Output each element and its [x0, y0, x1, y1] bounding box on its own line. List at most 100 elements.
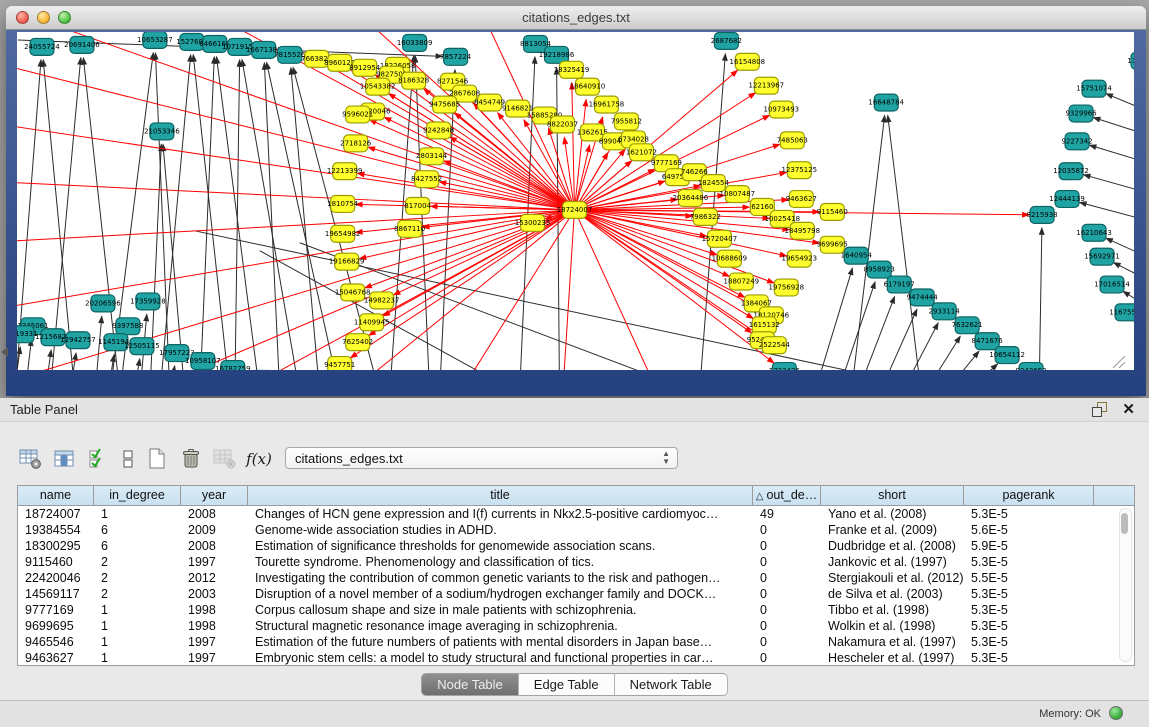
network-node[interactable]: 12035872 — [1053, 163, 1089, 180]
table-row[interactable]: 2242004622012Investigating the contribut… — [18, 570, 1134, 586]
network-node[interactable]: 8958923 — [864, 261, 895, 278]
table-row[interactable]: 969969511998Structural magnetic resonanc… — [18, 618, 1134, 634]
network-edge[interactable] — [50, 58, 81, 370]
network-node[interactable]: 7986322 — [690, 208, 721, 225]
table-row[interactable]: 1938455462009Genome-wide association stu… — [18, 522, 1134, 538]
network-node[interactable]: 9115460 — [817, 203, 848, 220]
network-edge[interactable] — [370, 120, 575, 210]
table-row[interactable]: 1830029562008Estimation of significance … — [18, 538, 1134, 554]
network-edge[interactable] — [368, 147, 574, 210]
network-node[interactable]: 9242848 — [423, 122, 454, 139]
network-node[interactable]: 7625402 — [342, 334, 373, 351]
network-node[interactable]: 17359928 — [130, 293, 166, 310]
network-node[interactable]: 9397588 — [112, 318, 143, 335]
network-edge[interactable] — [264, 63, 279, 370]
table-row[interactable]: 911546021997Tourette syndrome. Phenomeno… — [18, 554, 1134, 570]
network-edge[interactable] — [160, 55, 191, 370]
network-node[interactable]: 1621072 — [626, 144, 657, 161]
window-titlebar[interactable]: citations_edges.txt — [6, 6, 1146, 30]
network-node[interactable]: 8427552 — [411, 171, 442, 188]
network-edge[interactable] — [440, 70, 455, 370]
network-edge[interactable] — [163, 144, 185, 370]
network-node[interactable]: 8186328 — [398, 72, 429, 89]
table-selector-dropdown[interactable]: citations_edges.txt ▲▼ — [285, 447, 678, 469]
network-node[interactable]: 18640910 — [570, 78, 606, 95]
network-node[interactable]: 17016514 — [1094, 276, 1130, 293]
network-edge[interactable] — [430, 210, 575, 370]
network-node[interactable]: 19654982 — [325, 225, 361, 242]
network-node[interactable]: 9243652 — [1016, 363, 1047, 370]
network-node[interactable]: 9474444 — [907, 289, 939, 306]
network-edge[interactable] — [814, 268, 852, 370]
network-edge[interactable] — [216, 57, 259, 370]
network-edge[interactable] — [25, 339, 31, 370]
network-node[interactable]: 9475685 — [429, 96, 460, 113]
network-node[interactable]: 8454749 — [474, 94, 505, 111]
network-canvas[interactable]: 2405572420691406106532871527602846616010… — [17, 32, 1134, 370]
network-node[interactable]: 6179197 — [884, 276, 915, 293]
tab-node-table[interactable]: Node Table — [421, 673, 519, 696]
network-node[interactable]: 9329966 — [1065, 105, 1096, 122]
collapsed-panel-arrow-icon[interactable] — [1, 347, 8, 357]
network-edge[interactable] — [193, 55, 230, 370]
table-options-button[interactable] — [18, 446, 44, 472]
network-node[interactable]: 16154808 — [730, 53, 766, 70]
network-node[interactable]: 8822037 — [547, 116, 578, 133]
network-edge[interactable] — [575, 149, 626, 210]
network-edge[interactable] — [1093, 117, 1134, 135]
network-node[interactable]: 10688609 — [712, 250, 748, 267]
network-node[interactable]: 8867110 — [394, 220, 425, 237]
network-edge[interactable] — [1084, 175, 1134, 193]
tab-network-table[interactable]: Network Table — [615, 673, 728, 696]
show-columns-button[interactable] — [52, 446, 78, 472]
formula-builder-button[interactable]: f(x) — [246, 446, 272, 472]
network-node[interactable]: 7857224 — [440, 48, 472, 65]
network-edge[interactable] — [965, 364, 997, 370]
network-node[interactable]: 2803144 — [416, 148, 448, 165]
network-edge[interactable] — [170, 366, 175, 370]
delete-column-button[interactable] — [178, 446, 204, 472]
network-node[interactable]: 12375125 — [782, 162, 818, 179]
column-header-title[interactable]: title — [248, 486, 753, 505]
network-edge[interactable] — [575, 210, 680, 370]
row-display-button[interactable] — [120, 446, 136, 472]
network-node[interactable]: 7485063 — [777, 132, 808, 149]
network-node[interactable]: 11675533 — [1109, 304, 1134, 321]
tab-edge-table[interactable]: Edge Table — [519, 673, 615, 696]
column-header-in_degree[interactable]: in_degree — [94, 486, 181, 505]
network-node[interactable]: 2933114 — [929, 303, 961, 320]
network-node[interactable]: 16961758 — [589, 96, 625, 113]
network-node[interactable]: 16033809 — [397, 34, 433, 51]
network-edge[interactable] — [1106, 94, 1134, 112]
network-edge[interactable] — [901, 323, 938, 370]
network-edge[interactable] — [235, 60, 240, 370]
network-edge[interactable] — [1089, 145, 1134, 163]
select-columns-button[interactable] — [86, 446, 112, 472]
table-row[interactable]: 1456911722003Disruption of a novel membe… — [18, 586, 1134, 602]
network-node[interactable]: 7632621 — [952, 317, 983, 334]
network-edge[interactable] — [1119, 362, 1125, 368]
network-edge[interactable] — [924, 336, 960, 370]
new-column-button[interactable] — [144, 446, 170, 472]
network-node[interactable]: 1824554 — [698, 175, 730, 192]
network-node[interactable]: 9463627 — [786, 191, 817, 208]
network-node[interactable]: 7955812 — [611, 113, 642, 130]
network-edge[interactable] — [351, 210, 575, 358]
table-row[interactable]: 946362711997Embryonic stem cells: a mode… — [18, 650, 1134, 666]
network-node[interactable]: 817004 — [404, 198, 431, 215]
network-node[interactable]: 9699695 — [817, 236, 848, 253]
column-header-year[interactable]: year — [181, 486, 248, 505]
float-panel-icon[interactable] — [1092, 402, 1107, 417]
network-node[interactable]: 1117368 — [1127, 52, 1134, 69]
network-node[interactable]: 2687682 — [711, 32, 742, 49]
network-node[interactable]: 9457751 — [324, 357, 355, 370]
network-edge[interactable] — [888, 115, 921, 370]
table-scrollbar[interactable] — [1119, 508, 1132, 662]
network-node[interactable]: 20206596 — [85, 295, 121, 312]
network-node[interactable]: 2522544 — [759, 337, 791, 354]
network-node[interactable]: 1810754 — [327, 196, 359, 213]
network-edge[interactable] — [134, 359, 140, 370]
column-header-out_de[interactable]: △out_de… — [753, 486, 821, 505]
network-edge[interactable] — [267, 63, 340, 370]
network-node[interactable]: 21053346 — [144, 123, 180, 140]
